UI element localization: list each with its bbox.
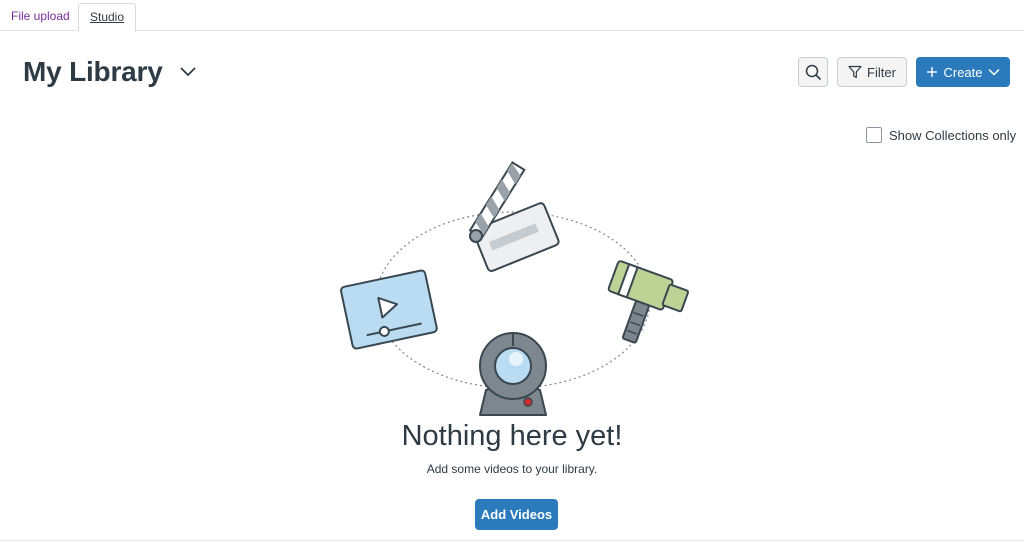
clapperboard-icon bbox=[468, 161, 560, 272]
empty-library-illustration bbox=[340, 161, 690, 416]
plus-icon bbox=[927, 67, 938, 77]
show-collections-label: Show Collections only bbox=[889, 127, 1017, 143]
library-title-row: My Library bbox=[23, 52, 199, 92]
add-videos-button[interactable]: Add Videos bbox=[475, 499, 558, 530]
webcam-icon bbox=[479, 332, 547, 416]
tab-bar: File upload Studio bbox=[0, 0, 1024, 32]
video-camera-icon bbox=[607, 260, 690, 344]
video-player-icon bbox=[340, 269, 438, 350]
page-title: My Library bbox=[23, 56, 163, 87]
empty-state-heading: Nothing here yet! bbox=[401, 420, 623, 452]
create-button-label: Create bbox=[943, 64, 983, 80]
tab-studio-label: Studio bbox=[90, 10, 125, 24]
empty-state-subtext: Add some videos to your library. bbox=[426, 462, 598, 476]
show-collections-toggle[interactable]: Show Collections only bbox=[866, 127, 1016, 143]
tab-studio[interactable]: Studio bbox=[78, 3, 137, 32]
search-button[interactable] bbox=[798, 57, 828, 87]
search-icon bbox=[805, 64, 821, 80]
tab-file-upload[interactable]: File upload bbox=[0, 3, 81, 31]
filter-button-label: Filter bbox=[867, 64, 896, 80]
library-dropdown-button[interactable] bbox=[177, 61, 199, 83]
chevron-down-icon bbox=[179, 67, 196, 77]
filter-button[interactable]: Filter bbox=[837, 57, 907, 87]
chevron-down-icon bbox=[987, 68, 1000, 76]
filter-icon bbox=[848, 65, 862, 79]
bottom-divider bbox=[0, 540, 1024, 541]
create-button[interactable]: Create bbox=[916, 57, 1010, 87]
show-collections-checkbox[interactable] bbox=[866, 127, 882, 143]
